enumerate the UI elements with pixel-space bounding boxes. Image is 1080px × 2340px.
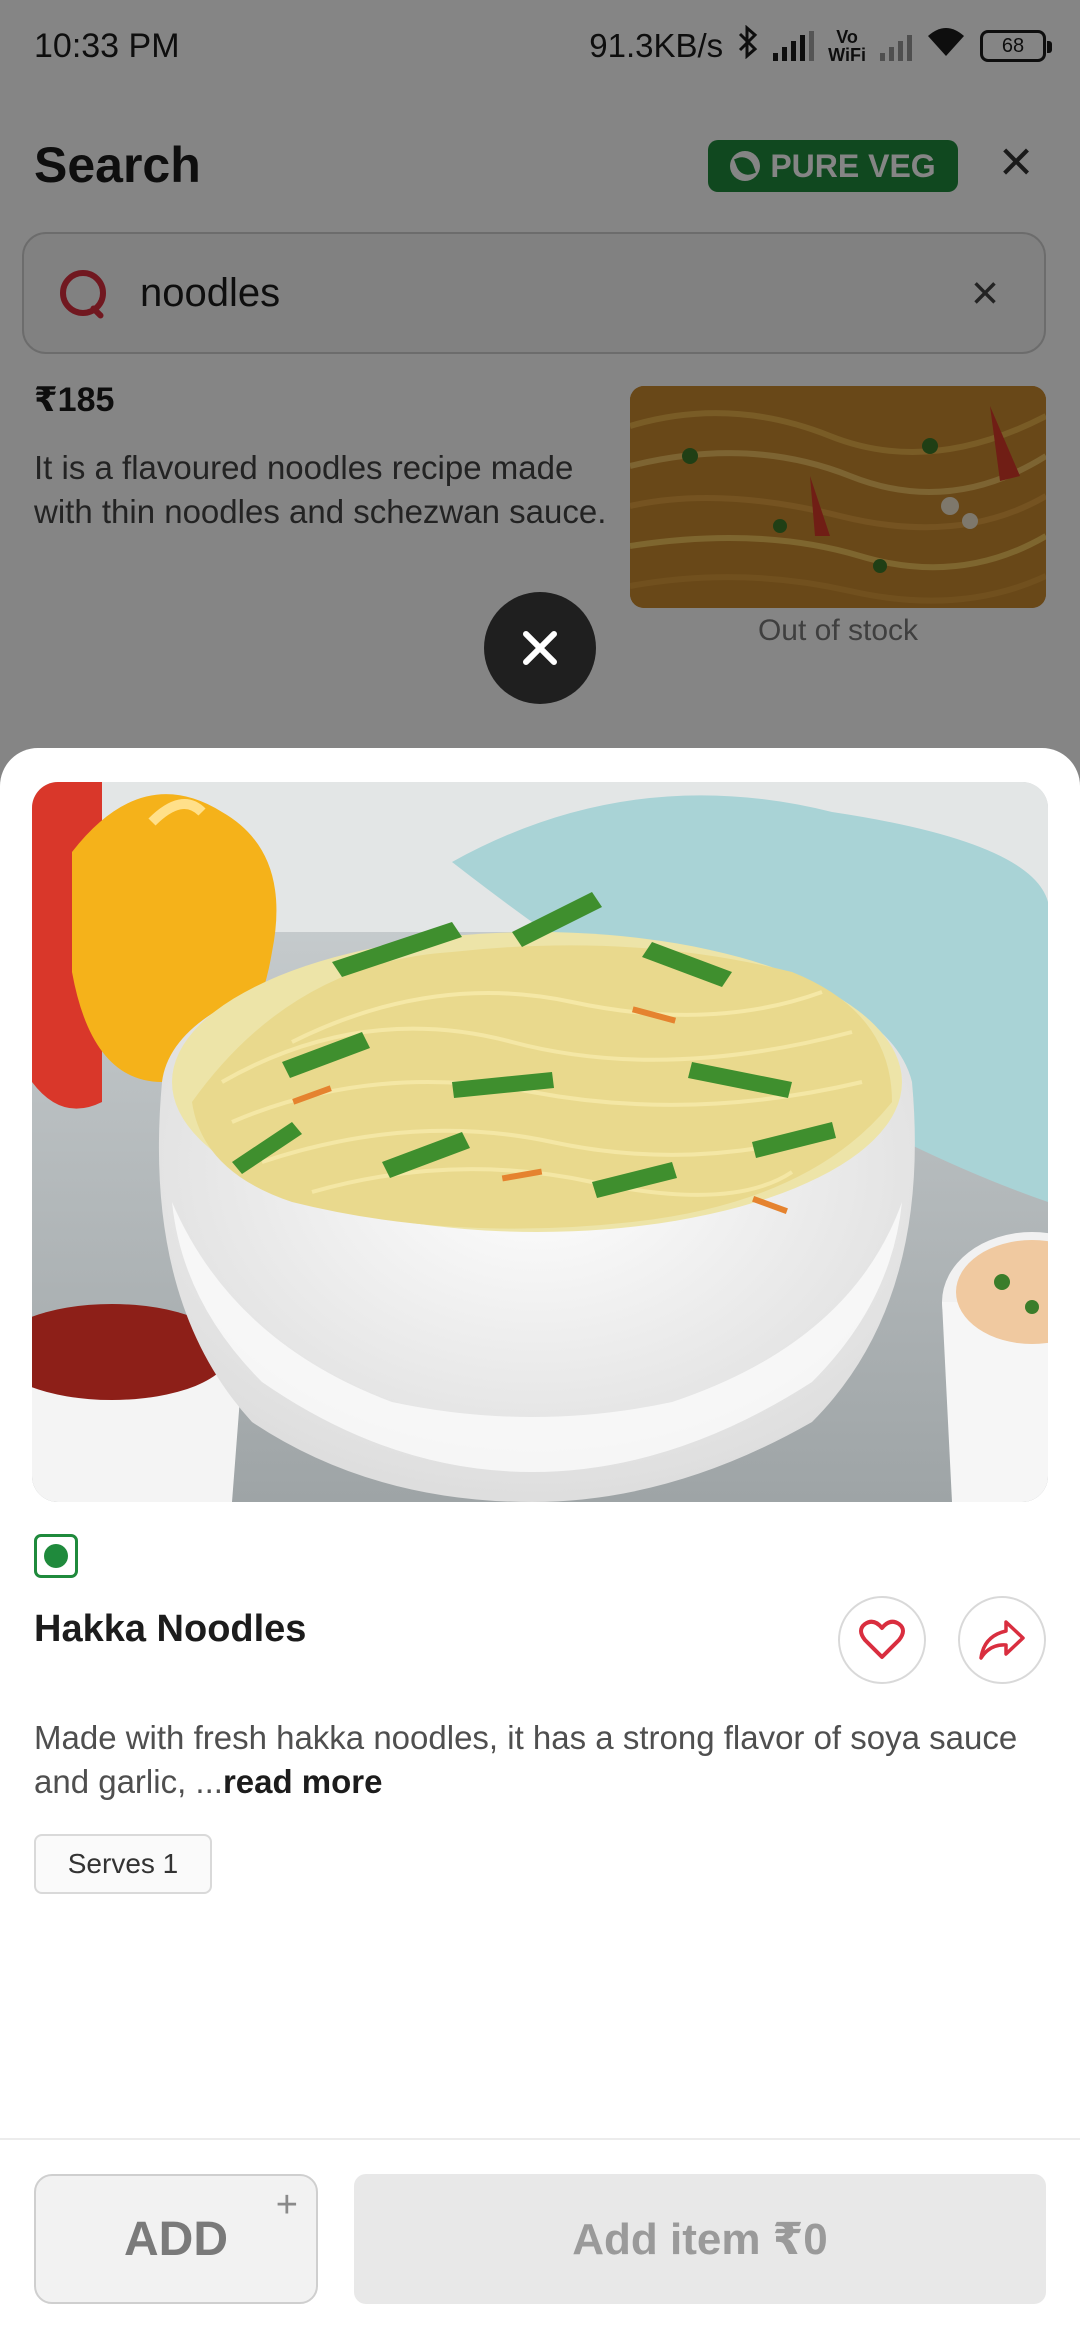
add-button[interactable]: ADD + — [34, 2174, 318, 2304]
add-label: ADD — [124, 2212, 228, 2266]
dish-name: Hakka Noodles — [34, 1608, 307, 1650]
heart-icon — [859, 1619, 905, 1659]
close-icon — [523, 631, 557, 665]
dish-detail-sheet: Hakka Noodles Made with fresh hakka nood… — [0, 748, 1080, 2340]
bottom-divider — [0, 2138, 1080, 2140]
plus-icon: + — [275, 2184, 298, 2226]
veg-indicator-icon — [34, 1534, 78, 1578]
wishlist-button[interactable] — [838, 1596, 926, 1684]
read-more-link[interactable]: read more — [223, 1763, 383, 1800]
share-button[interactable] — [958, 1596, 1046, 1684]
add-item-button[interactable]: Add item ₹0 — [354, 2174, 1046, 2304]
close-sheet-button[interactable] — [484, 592, 596, 704]
share-icon — [979, 1620, 1025, 1660]
serves-tag: Serves 1 — [34, 1834, 212, 1894]
dish-description: Made with fresh hakka noodles, it has a … — [34, 1719, 1018, 1800]
dish-hero-image — [32, 782, 1048, 1502]
